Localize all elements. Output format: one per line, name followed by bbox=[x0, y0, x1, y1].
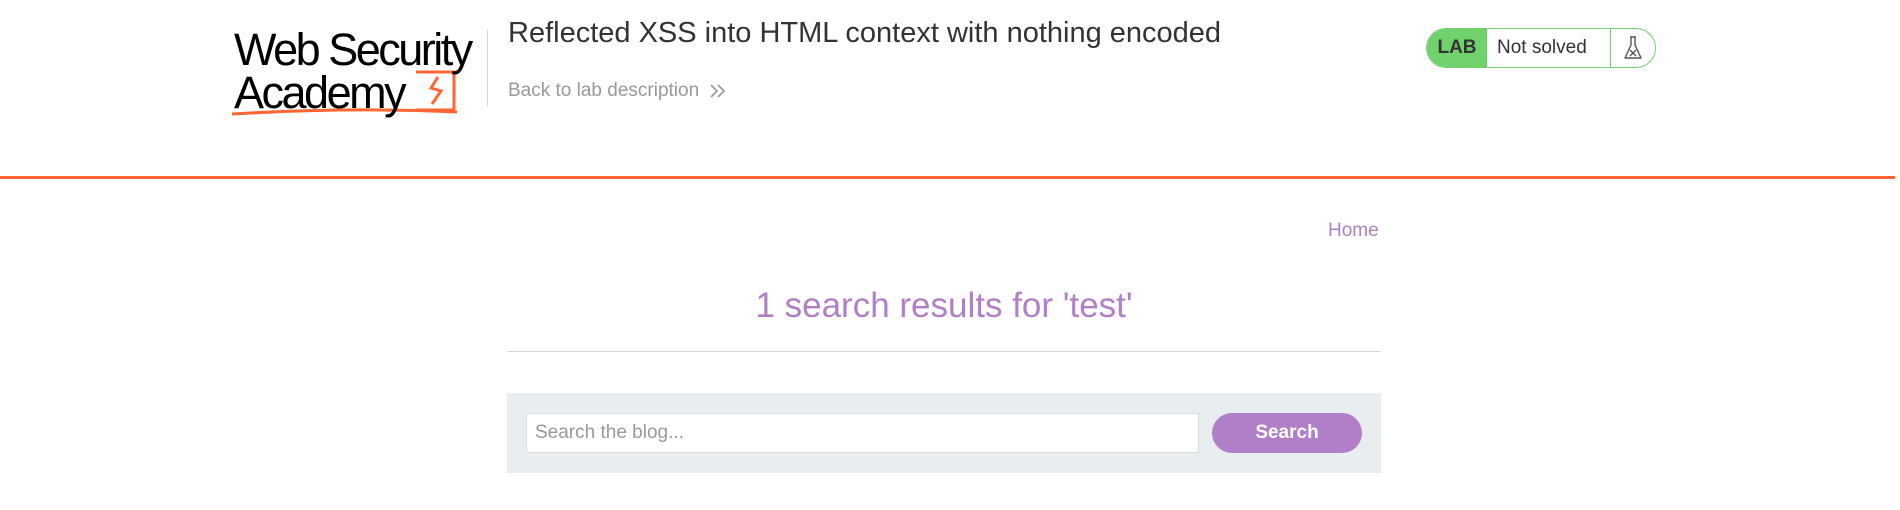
lab-title: Reflected XSS into HTML context with not… bbox=[508, 17, 1222, 49]
home-link[interactable]: Home bbox=[1328, 220, 1379, 242]
lab-header: Web Security Academy Reflected XSS into … bbox=[0, 0, 1895, 179]
double-chevron-right-icon bbox=[710, 84, 726, 98]
lab-status-text: Not solved bbox=[1487, 29, 1611, 67]
page: Web Security Academy Reflected XSS into … bbox=[0, 0, 1900, 510]
search-button[interactable]: Search bbox=[1212, 413, 1362, 453]
results-divider bbox=[507, 351, 1381, 352]
logo-text-line2: Academy bbox=[234, 67, 407, 118]
web-security-academy-logo[interactable]: Web Security Academy bbox=[232, 25, 487, 117]
search-input[interactable] bbox=[526, 413, 1199, 453]
back-to-lab-description-link[interactable]: Back to lab description bbox=[508, 80, 727, 102]
header-divider bbox=[487, 30, 488, 106]
lab-status-widget: LAB Not solved bbox=[1426, 28, 1656, 68]
search-results-heading: 1 search results for 'test' bbox=[755, 286, 1133, 325]
flask-icon bbox=[1611, 29, 1655, 67]
back-link-label: Back to lab description bbox=[508, 80, 700, 101]
search-panel: Search bbox=[507, 393, 1381, 473]
lab-badge: LAB bbox=[1427, 29, 1487, 67]
logo-text-line1: Web Security bbox=[234, 24, 473, 75]
